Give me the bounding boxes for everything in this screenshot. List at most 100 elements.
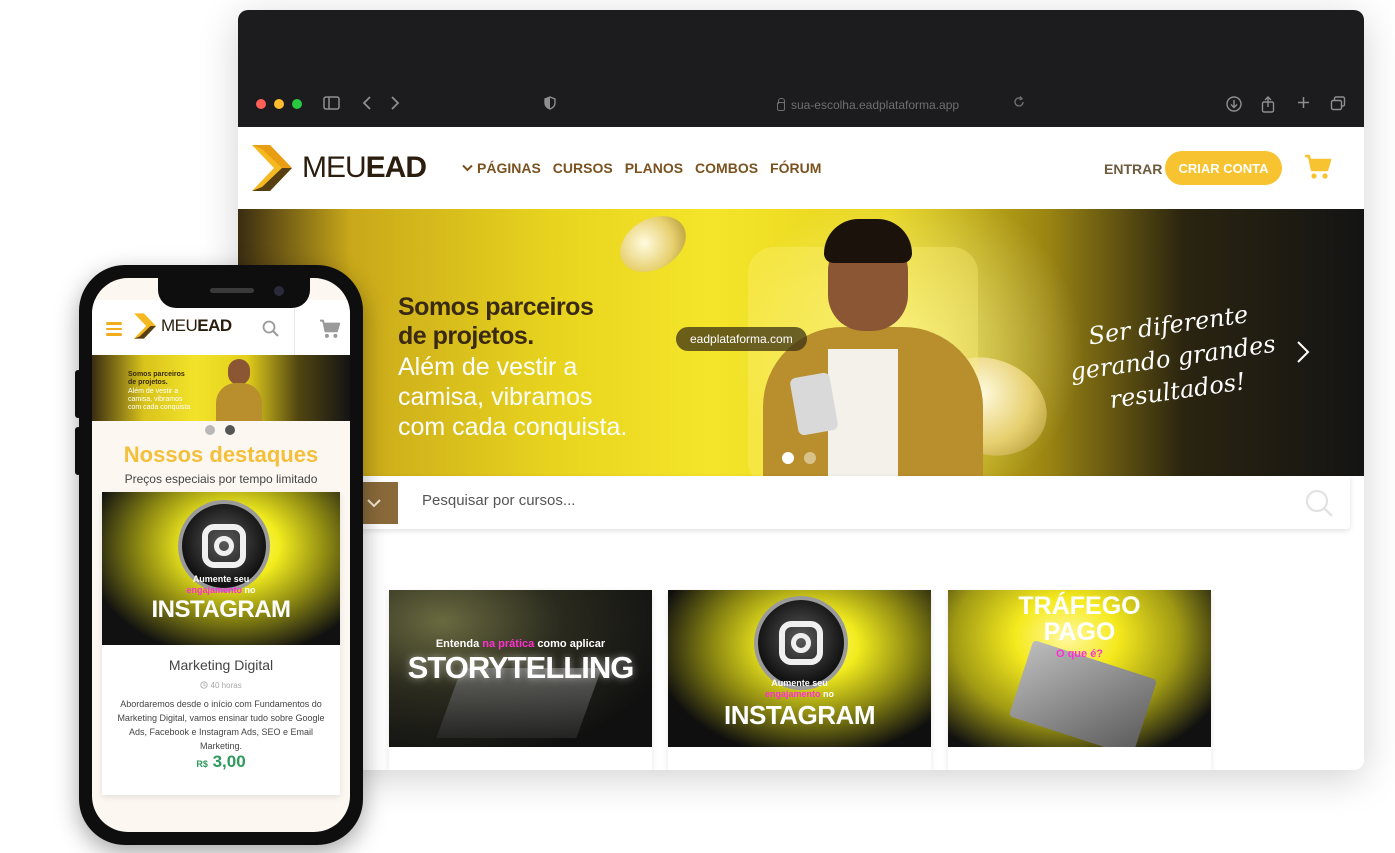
mobile-screen: MEUEAD Somos parceiros de projetos. Além…	[92, 278, 350, 832]
stage: sua-escolha.eadplataforma.app MEUEAD PÁG…	[0, 0, 1395, 853]
mobile-logo[interactable]: MEUEAD	[134, 313, 232, 339]
course-card-storytelling[interactable]: Entenda na prática como aplicar STORYTEL…	[389, 590, 652, 770]
hero-sub-line3: com cada conquista.	[398, 413, 628, 441]
mobile-carousel-dots	[205, 425, 235, 435]
mobile-instagram-tag-top: Aumente seu	[192, 574, 250, 584]
tabs-overview-icon[interactable]	[1330, 96, 1346, 115]
privacy-shield-icon[interactable]	[544, 96, 556, 114]
featured-section-subtitle: Preços especiais por tempo limitado	[124, 472, 318, 486]
storytelling-title: STORYTELLING	[407, 650, 635, 685]
mobile-instagram-title: INSTAGRAM	[151, 596, 291, 623]
phone-camera	[274, 286, 284, 296]
course-price-currency: R$	[196, 759, 208, 769]
sidebar-toggle-icon[interactable]	[323, 96, 340, 114]
close-window-button[interactable]	[256, 99, 266, 109]
hero-banner[interactable]: eadplataforma.com Somos parceiros de pro…	[238, 209, 1364, 476]
trafego-title-line2: PAGO	[1043, 618, 1116, 646]
carousel-dots	[782, 452, 816, 464]
logo-mark-icon	[134, 313, 156, 339]
carousel-next-icon[interactable]	[1296, 339, 1310, 371]
nav-combos[interactable]: COMBOS	[695, 160, 758, 176]
phone-notch	[158, 278, 310, 308]
mobile-logo-bold-text: EAD	[197, 316, 232, 335]
hero-url-pill: eadplataforma.com	[676, 327, 807, 351]
cart-icon[interactable]	[319, 319, 341, 339]
course-description: Abordaremos desde o início com Fundament…	[117, 699, 325, 751]
instagram-tagline: Aumente seu engajamento no	[668, 678, 931, 700]
mobile-course-card[interactable]: Aumente seu engajamento no INSTAGRAM Mar…	[102, 492, 340, 795]
instagram-title: INSTAGRAM	[723, 700, 876, 730]
main-nav: PÁGINAS CURSOS PLANOS COMBOS FÓRUM	[462, 160, 821, 176]
window-controls	[256, 99, 302, 109]
instagram-logo-icon	[754, 596, 848, 690]
lock-icon	[776, 97, 785, 111]
maximize-window-button[interactable]	[292, 99, 302, 109]
nav-forum[interactable]: FÓRUM	[770, 160, 821, 176]
course-duration-text: 40 horas	[210, 681, 242, 690]
nav-planos[interactable]: PLANOS	[625, 160, 683, 176]
logo-wordmark: MEUEAD	[302, 151, 427, 185]
mobile-banner-person-head	[228, 359, 250, 385]
course-price: R$ 3,00	[102, 752, 340, 772]
phone-speaker	[210, 288, 254, 293]
course-card-instagram[interactable]: Aumente seu engajamento no INSTAGRAM	[668, 590, 931, 770]
logo-bold-text: EAD	[365, 151, 427, 184]
trafego-question: O que é?	[1055, 648, 1104, 660]
featured-section-title: Nossos destaques	[123, 442, 319, 467]
site-logo[interactable]: MEUEAD	[252, 145, 427, 191]
mobile-course-thumb: Aumente seu engajamento no INSTAGRAM	[102, 492, 340, 645]
mobile-instagram-tagline: Aumente seu engajamento no	[102, 574, 340, 596]
cart-icon[interactable]	[1304, 154, 1332, 180]
instagram-tag-second-line: engajamento no	[668, 689, 931, 700]
mobile-banner-title-line1: Somos parceiros	[128, 371, 185, 378]
create-account-button[interactable]: CRIAR CONTA	[1165, 151, 1282, 185]
minimize-window-button[interactable]	[274, 99, 284, 109]
mobile-hero-banner[interactable]: Somos parceiros de projetos. Além de ves…	[92, 355, 350, 421]
mobile-instagram-tag-highlight: engajamento	[186, 585, 242, 595]
search-icon[interactable]	[1304, 488, 1334, 518]
hero-subtitle: Além de vestir a camisa, vibramos com ca…	[398, 352, 627, 442]
mobile-carousel-dot-2[interactable]	[225, 425, 235, 435]
logo-mark-icon	[252, 145, 292, 191]
instagram-tag-top: Aumente seu	[771, 678, 828, 688]
search-input[interactable]: Pesquisar por cursos...	[422, 492, 575, 509]
rocket-decoration-left	[610, 209, 696, 284]
browser-window: sua-escolha.eadplataforma.app MEUEAD PÁG…	[238, 10, 1364, 770]
new-tab-icon[interactable]	[1297, 96, 1310, 113]
hero-sub-line1: Além de vestir a	[398, 353, 578, 381]
mobile-banner-title: Somos parceiros de projetos.	[128, 371, 185, 387]
hamburger-menu-icon[interactable]	[106, 322, 122, 339]
instagram-tag-end: no	[823, 689, 835, 699]
carousel-dot-2[interactable]	[804, 452, 816, 464]
mobile-banner-person-body	[216, 383, 262, 421]
hero-title: Somos parceiros de projetos.	[398, 293, 594, 351]
forward-icon[interactable]	[390, 96, 400, 114]
address-bar[interactable]: sua-escolha.eadplataforma.app	[708, 96, 1028, 114]
nav-cursos[interactable]: CURSOS	[553, 160, 613, 176]
logo-light-text: MEU	[302, 151, 367, 184]
mobile-carousel-dot-1[interactable]	[205, 425, 215, 435]
reload-icon[interactable]	[1013, 96, 1025, 112]
trafego-title-line1: TRÁFEGO	[1018, 592, 1141, 620]
carousel-dot-1[interactable]	[782, 452, 794, 464]
hero-person-shirt	[828, 349, 898, 476]
back-icon[interactable]	[362, 96, 372, 114]
site-header: MEUEAD PÁGINAS CURSOS PLANOS COMBOS FÓRU…	[238, 127, 1364, 209]
nav-paginas-label: PÁGINAS	[477, 160, 541, 176]
mobile-banner-sub-line1: Além de vestir a	[128, 388, 179, 395]
storytelling-tag-top: Entenda	[435, 638, 480, 650]
share-icon[interactable]	[1261, 96, 1275, 117]
search-icon[interactable]	[262, 320, 279, 337]
mobile-banner-sub-line3: com cada conquista	[128, 404, 191, 411]
mobile-header: MEUEAD	[92, 300, 350, 355]
browser-toolbar: sua-escolha.eadplataforma.app	[238, 10, 1364, 127]
hero-title-line2: de projetos.	[398, 322, 534, 350]
download-icon[interactable]	[1226, 96, 1242, 116]
mobile-header-divider	[294, 300, 295, 355]
hero-sub-line2: camisa, vibramos	[398, 383, 593, 411]
course-title[interactable]: Marketing Digital	[102, 657, 340, 673]
course-card-trafego[interactable]: TRÁFEGO PAGO O que é?	[948, 590, 1211, 770]
course-thumb-trafego: TRÁFEGO PAGO O que é?	[948, 590, 1211, 747]
login-link[interactable]: ENTRAR	[1104, 161, 1162, 177]
nav-paginas[interactable]: PÁGINAS	[462, 160, 541, 176]
